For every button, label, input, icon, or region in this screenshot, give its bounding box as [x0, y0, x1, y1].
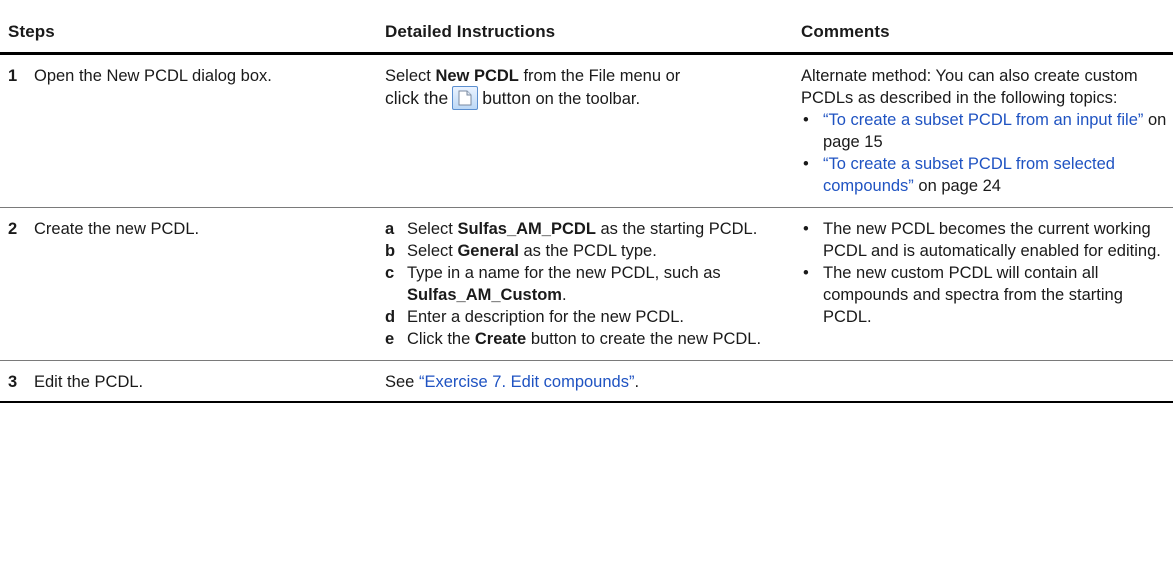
list-item: • “To create a subset PCDL from an input … — [803, 111, 1167, 151]
header-comments: Comments — [801, 16, 1173, 55]
list-item: e Click the Create button to create the n… — [385, 330, 762, 348]
comment-list: • The new PCDL becomes the current workin… — [801, 218, 1173, 328]
step-cell: 3 Edit the PCDL. — [0, 360, 385, 403]
comment-cell: • The new PCDL becomes the current workin… — [801, 207, 1173, 361]
table-row: 1 Open the New PCDL dialog box. Select Ne… — [0, 53, 1173, 208]
comment-links-list: • “To create a subset PCDL from an input … — [801, 109, 1173, 197]
comment-cell: Alternate method: You can also create cu… — [801, 53, 1173, 208]
instruction-cell: a Select Sulfas_AM_PCDL as the starting P… — [385, 207, 801, 361]
step-number: 1 — [8, 67, 18, 85]
list-item: b Select General as the PCDL type. — [385, 242, 657, 260]
step-number: 2 — [8, 220, 18, 238]
page-ref: on page 24 — [913, 177, 1001, 195]
list-item: • The new PCDL becomes the current workin… — [803, 220, 1161, 260]
step-text: Create the new PCDL. — [34, 220, 200, 238]
instructions-table: Steps Detailed Instructions Comments 1 Op… — [0, 16, 1173, 403]
instr-text: click the — [385, 88, 449, 108]
step-cell: 2 Create the new PCDL. — [0, 207, 385, 361]
instr-text: Select — [385, 67, 436, 85]
instr-text: from the File menu or — [518, 67, 681, 85]
table-row: 2 Create the new PCDL. a Select Sulfas_AM_… — [0, 207, 1173, 361]
list-item: d Enter a description for the new PCDL. — [385, 308, 684, 326]
table-row: 3 Edit the PCDL. See “Exercise 7. Edit co… — [0, 360, 1173, 403]
list-item: • “To create a subset PCDL from selected … — [803, 155, 1115, 195]
list-item: c Type in a name for the new PCDL, such a… — [385, 264, 721, 304]
header-instructions: Detailed Instructions — [385, 16, 801, 55]
exercise-link[interactable]: “Exercise 7. Edit compounds” — [419, 373, 635, 391]
instr-text: on the toolbar. — [530, 90, 641, 108]
new-document-icon — [452, 85, 479, 110]
substep-list: a Select Sulfas_AM_PCDL as the starting P… — [385, 218, 801, 350]
step-text: Open the New PCDL dialog box. — [34, 67, 272, 85]
instr-bold: New PCDL — [435, 67, 519, 85]
list-item: a Select Sulfas_AM_PCDL as the starting P… — [385, 220, 758, 238]
list-item: • The new custom PCDL will contain all co… — [803, 264, 1123, 326]
table-header-row: Steps Detailed Instructions Comments — [0, 16, 1173, 55]
instr-text: button — [482, 88, 531, 108]
step-cell: 1 Open the New PCDL dialog box. — [0, 53, 385, 208]
step-text: Edit the PCDL. — [34, 373, 144, 391]
header-steps: Steps — [0, 16, 385, 55]
instruction-cell: See “Exercise 7. Edit compounds”. — [385, 360, 801, 403]
topic-link[interactable]: “To create a subset PCDL from an input f… — [823, 111, 1143, 129]
instruction-cell: Select New PCDL from the File menu or cl… — [385, 53, 801, 208]
step-number: 3 — [8, 373, 18, 391]
comment-intro: Alternate method: You can also create cu… — [801, 67, 1138, 107]
comment-cell — [801, 360, 1173, 403]
